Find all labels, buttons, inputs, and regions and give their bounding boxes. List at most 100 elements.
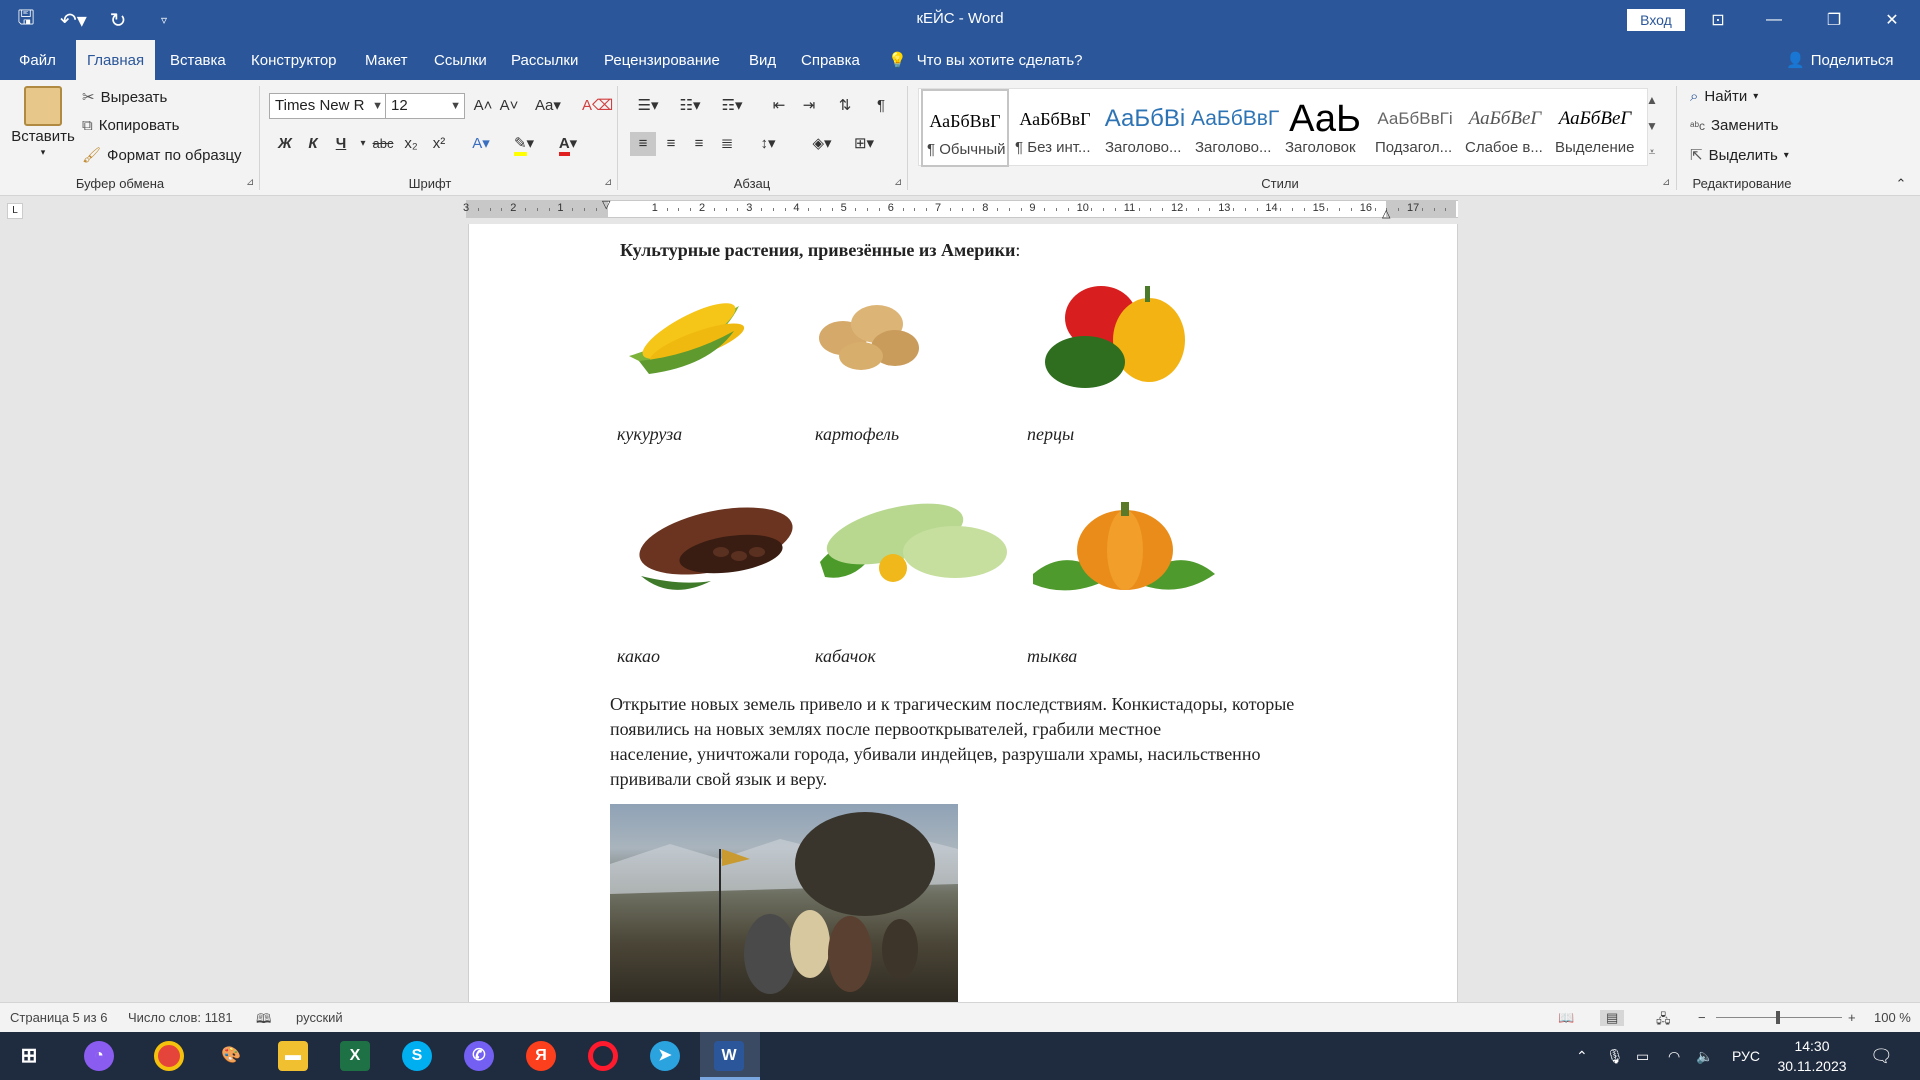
clipboard-launcher-icon[interactable]: ⊿ xyxy=(246,177,254,188)
customize-icon[interactable]: ▿ xyxy=(152,13,176,27)
indent-marker-icon[interactable]: ▽ xyxy=(602,198,610,211)
chrome-icon[interactable] xyxy=(154,1041,184,1071)
ribbon-display-icon[interactable]: ⊡ xyxy=(1690,0,1746,40)
maximize-icon[interactable]: ❐ xyxy=(1806,0,1862,40)
paint-icon[interactable]: 🎨 xyxy=(216,1041,246,1071)
paste-button[interactable]: Вставить ▾ xyxy=(10,86,76,158)
tab-selector-icon[interactable]: L xyxy=(7,203,23,219)
print-layout-icon[interactable]: ▤ xyxy=(1600,1010,1625,1026)
tell-me-box[interactable]: 💡 Что вы хотите сделать? xyxy=(888,40,1083,80)
borders-icon[interactable]: ⊞▾ xyxy=(846,132,882,156)
style-subtle-emphasis[interactable]: АаБбВеГ Слабое в... xyxy=(1461,89,1549,167)
read-mode-icon[interactable]: 📖 xyxy=(1558,1010,1574,1026)
skype-icon[interactable]: S xyxy=(402,1041,432,1071)
minimize-icon[interactable]: — xyxy=(1746,0,1802,40)
sort-icon[interactable]: ⇅ xyxy=(832,94,858,118)
tab-insert[interactable]: Вставка xyxy=(159,40,237,80)
yandex-icon[interactable]: Я xyxy=(526,1041,556,1071)
login-button[interactable]: Вход xyxy=(1627,9,1685,31)
grow-font-icon[interactable]: A˄ xyxy=(470,94,496,118)
align-right-icon[interactable]: ≡ xyxy=(686,132,712,156)
tab-references[interactable]: Ссылки xyxy=(423,40,498,80)
tab-help[interactable]: Справка xyxy=(790,40,871,80)
zoom-in-icon[interactable]: + xyxy=(1848,1010,1856,1025)
gallery-more-icon[interactable]: ⩡ xyxy=(1642,140,1662,164)
highlight-icon[interactable]: ✎▾ xyxy=(506,132,542,156)
battery-icon[interactable]: ▭ xyxy=(1636,1032,1649,1080)
tab-file[interactable]: Файл xyxy=(8,40,67,80)
undo-icon[interactable]: ↶▾ xyxy=(60,8,87,33)
justify-icon[interactable]: ≣ xyxy=(714,132,740,156)
zoom-out-icon[interactable]: − xyxy=(1698,1010,1706,1025)
copy-button[interactable]: ⧉ Копировать xyxy=(82,117,179,134)
microphone-icon[interactable]: 🎙 xyxy=(1606,1032,1624,1080)
close-icon[interactable]: ✕ xyxy=(1864,0,1920,40)
zoom-thumb[interactable] xyxy=(1776,1011,1780,1024)
redo-icon[interactable]: ↻ xyxy=(106,8,130,33)
viber-icon[interactable]: ✆ xyxy=(464,1041,494,1071)
tab-view[interactable]: Вид xyxy=(738,40,787,80)
excel-icon[interactable]: X xyxy=(340,1041,370,1071)
page-count[interactable]: Страница 5 из 6 xyxy=(10,1010,107,1025)
increase-indent-icon[interactable]: ⇥ xyxy=(796,94,822,118)
font-size-combo[interactable]: 12 ▼ xyxy=(385,93,465,119)
style-subtitle[interactable]: АаБбВвГі Подзагол... xyxy=(1371,89,1459,167)
superscript-button[interactable]: x² xyxy=(426,132,452,156)
horizontal-ruler[interactable]: 3 2 1 1 2 3 4 5 6 7 8 9 10 11 12 13 14 15 16 17 ▽ △ xyxy=(463,198,1458,220)
wifi-icon[interactable]: ◠ xyxy=(1668,1032,1680,1080)
gallery-up-icon[interactable]: ▲ xyxy=(1642,88,1662,112)
style-heading-2[interactable]: АаБбВвГ Заголово... xyxy=(1191,89,1279,167)
word-icon[interactable]: W xyxy=(714,1041,744,1071)
align-left-icon[interactable]: ≡ xyxy=(630,132,656,156)
language-indicator[interactable]: русский xyxy=(296,1010,343,1025)
style-title[interactable]: АаЬ Заголовок xyxy=(1281,89,1369,167)
zoom-level[interactable]: 100 % xyxy=(1874,1010,1911,1025)
input-language[interactable]: РУС xyxy=(1732,1032,1760,1080)
tab-mailings[interactable]: Рассылки xyxy=(500,40,589,80)
styles-launcher-icon[interactable]: ⊿ xyxy=(1662,177,1670,188)
clock[interactable]: 14:30 30.11.2023 xyxy=(1774,1036,1850,1076)
find-button[interactable]: ⌕ Найти ▾ xyxy=(1690,88,1758,105)
select-button[interactable]: ⇱ Выделить ▾ xyxy=(1690,146,1789,165)
volume-icon[interactable]: 🔈 xyxy=(1696,1032,1713,1080)
web-layout-icon[interactable]: 🖧 xyxy=(1656,1010,1671,1032)
proofing-icon[interactable]: 🕮 xyxy=(256,1010,271,1032)
shrink-font-icon[interactable]: A˅ xyxy=(496,94,522,118)
collapse-ribbon-icon[interactable]: ⌃ xyxy=(1888,172,1914,196)
font-color-icon[interactable]: A▾ xyxy=(550,132,586,156)
clear-format-icon[interactable]: A⌫ xyxy=(582,94,613,118)
telegram-icon[interactable]: ➤ xyxy=(650,1041,680,1071)
text-effects-icon[interactable]: A▾ xyxy=(464,132,498,156)
right-indent-icon[interactable]: △ xyxy=(1382,207,1390,220)
tray-chevron-icon[interactable]: ⌃ xyxy=(1576,1032,1588,1080)
bold-button[interactable]: Ж xyxy=(272,132,298,156)
numbering-icon[interactable]: ☷▾ xyxy=(672,94,708,118)
font-launcher-icon[interactable]: ⊿ xyxy=(604,177,612,188)
tab-home[interactable]: Главная xyxy=(76,40,156,80)
align-center-icon[interactable]: ≡ xyxy=(658,132,684,156)
windows-start-icon[interactable]: ⊞ xyxy=(14,1041,44,1071)
notifications-icon[interactable]: 🗨 xyxy=(1870,1032,1893,1080)
multilevel-list-icon[interactable]: ☶▾ xyxy=(714,94,750,118)
word-count[interactable]: Число слов: 1181 xyxy=(128,1010,233,1025)
document-page[interactable]: Культурные растения, привезённые из Амер… xyxy=(468,224,1458,1002)
italic-button[interactable]: К xyxy=(300,132,326,156)
pilcrow-icon[interactable]: ¶ xyxy=(868,94,894,118)
save-icon[interactable]: 🖫 xyxy=(14,3,38,37)
bullets-icon[interactable]: ☰▾ xyxy=(630,94,666,118)
paragraph-launcher-icon[interactable]: ⊿ xyxy=(894,177,902,188)
style-no-spacing[interactable]: АаБбВвГ ¶ Без инт... xyxy=(1011,89,1099,167)
tab-review[interactable]: Рецензирование xyxy=(593,40,731,80)
format-painter-button[interactable]: 🖌 Формат по образцу xyxy=(82,146,242,165)
cut-button[interactable]: ✂ Вырезать xyxy=(82,88,167,107)
style-emphasis[interactable]: АаБбВеГ Выделение xyxy=(1551,89,1639,167)
gallery-down-icon[interactable]: ▼ xyxy=(1642,114,1662,138)
alice-icon[interactable]: ◔ xyxy=(84,1041,114,1071)
change-case-icon[interactable]: Aa▾ xyxy=(530,94,566,118)
style-normal[interactable]: АаБбВвГ ¶ Обычный xyxy=(921,89,1009,167)
font-name-combo[interactable]: Times New R ▼ xyxy=(269,93,387,119)
tab-layout[interactable]: Макет xyxy=(354,40,418,80)
strikethrough-button[interactable]: abc xyxy=(370,132,396,156)
explorer-icon[interactable]: ▬ xyxy=(278,1041,308,1071)
line-spacing-icon[interactable]: ↕▾ xyxy=(750,132,786,156)
